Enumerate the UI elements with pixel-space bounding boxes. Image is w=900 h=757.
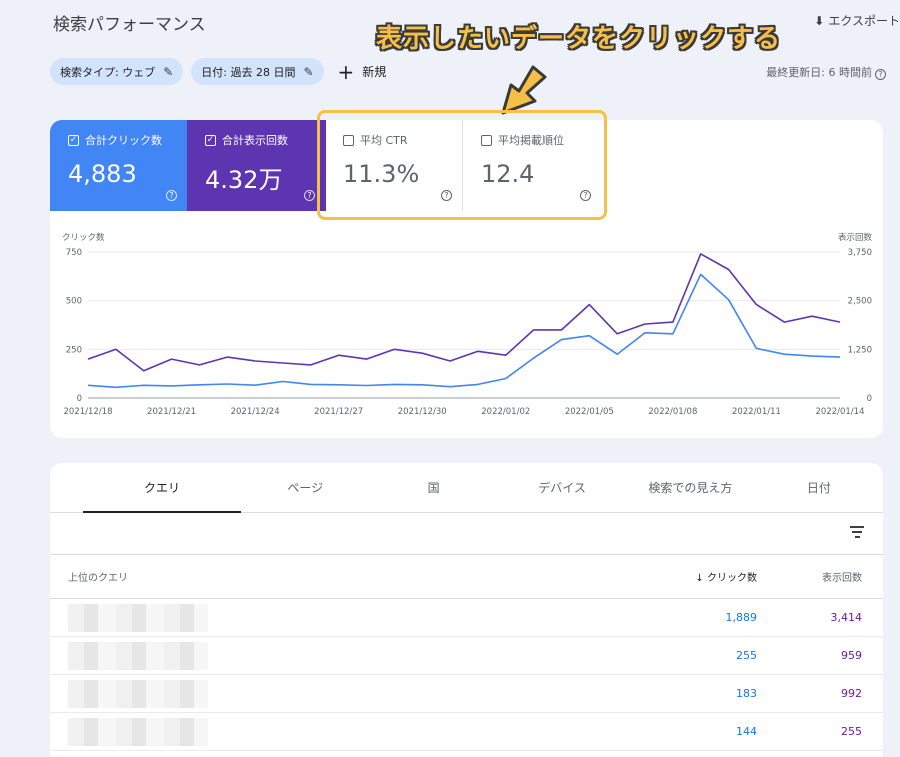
y-tick-left: 250: [66, 345, 82, 355]
y-axis-right-label: 表示回数: [838, 232, 873, 243]
column-header-clicks-label: クリック数: [707, 573, 757, 584]
clicks-cell: 183: [736, 687, 757, 700]
metric-label: 合計クリック数: [85, 134, 162, 147]
page-title: 検索パフォーマンス: [53, 15, 206, 35]
new-filter-label: 新規: [362, 65, 387, 79]
table-filter-bar: [50, 513, 883, 555]
table-row[interactable]: 255 959: [50, 637, 883, 675]
edit-pencil-icon: ✎: [303, 64, 314, 79]
annotation-callout: 表示したいデータをクリックする: [376, 24, 782, 54]
column-header-impressions[interactable]: 表示回数: [779, 569, 883, 584]
date-chip[interactable]: 日付: 過去 28 日間 ✎: [191, 58, 324, 85]
query-cell[interactable]: [50, 713, 669, 750]
redacted-query: [68, 603, 208, 632]
query-cell[interactable]: [50, 675, 669, 712]
new-filter-button[interactable]: + 新規: [338, 62, 387, 82]
y-tick-right: 2,500: [848, 297, 872, 307]
tab-2[interactable]: 国: [369, 463, 497, 512]
download-icon: ⬇: [814, 13, 825, 28]
x-tick-label: 2021/12/24: [231, 407, 280, 417]
redacted-query: [68, 641, 208, 670]
y-axis-left-label: クリック数: [62, 232, 105, 243]
series-line-clicks: [87, 273, 841, 389]
impressions-cell: 992: [841, 687, 862, 700]
tab-0[interactable]: クエリ: [83, 463, 241, 513]
last-updated-text: 最終更新日: 6 時間前: [766, 66, 872, 79]
tab-4[interactable]: 検索での見え方: [626, 463, 754, 512]
query-cell[interactable]: [50, 599, 669, 636]
impressions-cell: 3,414: [830, 611, 863, 624]
export-label: エクスポート: [828, 14, 900, 28]
last-updated: 最終更新日: 6 時間前?: [766, 64, 886, 80]
query-cell[interactable]: [50, 637, 669, 674]
metric-value: 4.32万: [205, 166, 283, 194]
x-tick-label: 2022/01/08: [648, 407, 697, 417]
y-tick-left: 0: [77, 394, 82, 404]
impressions-cell: 255: [841, 725, 862, 738]
x-tick-label: 2022/01/02: [481, 407, 530, 417]
tab-3[interactable]: デバイス: [498, 463, 626, 512]
filter-icon[interactable]: [849, 526, 865, 541]
clicks-cell: 1,889: [725, 611, 758, 624]
export-button[interactable]: ⬇ エクスポート: [814, 12, 900, 29]
performance-chart: クリック数 表示回数 750 3,750 500 2,500 250 1,250 0 0 2021/…: [62, 232, 873, 417]
search-type-chip[interactable]: 検索タイプ: ウェブ ✎: [50, 58, 184, 85]
x-tick-label: 2021/12/18: [64, 407, 113, 417]
plus-icon: +: [337, 59, 355, 84]
y-tick-right: 3,750: [848, 248, 872, 258]
y-tick-left: 750: [66, 248, 82, 258]
redacted-query: [68, 679, 208, 708]
tab-1[interactable]: ページ: [241, 463, 369, 512]
table-body: 1,889 3,414 255 959 183 992 144 255: [50, 599, 883, 751]
dimension-tabs: クエリ ページ国デバイス 検索での見え方 日付: [50, 463, 883, 513]
x-tick-label: 2021/12/27: [314, 407, 363, 417]
table-row[interactable]: 1,889 3,414: [50, 599, 883, 637]
date-label: 日付: 過去 28 日間: [201, 65, 296, 79]
filter-bar: 検索タイプ: ウェブ ✎ 日付: 過去 28 日間 ✎ + 新規: [50, 58, 386, 85]
query-table-card: クエリ ページ国デバイス 検索での見え方 日付 上位のクエリ ↓ クリック数 表示回数…: [50, 463, 883, 757]
table-header: 上位のクエリ ↓ クリック数 表示回数: [50, 555, 883, 599]
table-row[interactable]: 183 992: [50, 675, 883, 713]
edit-pencil-icon: ✎: [163, 64, 174, 79]
search-type-label: 検索タイプ: ウェブ: [60, 65, 156, 79]
help-icon[interactable]: ?: [166, 190, 177, 201]
redacted-query: [68, 717, 208, 746]
x-tick-label: 2021/12/21: [147, 407, 196, 417]
metric-total-impressions[interactable]: ✓ 合計表示回数 4.32万 ?: [187, 120, 325, 211]
series-line-impressions: [87, 253, 841, 372]
y-tick-right: 1,250: [848, 345, 872, 355]
x-tick-label: 2021/12/30: [398, 407, 447, 417]
clicks-cell: 144: [736, 725, 757, 738]
help-icon[interactable]: ?: [304, 190, 315, 201]
x-tick-label: 2022/01/05: [565, 407, 614, 417]
checkbox-checked-icon[interactable]: ✓: [68, 134, 79, 146]
y-tick-right: 0: [867, 394, 872, 404]
metric-value: 4,883: [68, 160, 137, 188]
x-tick-label: 2022/01/11: [732, 407, 781, 417]
metric-total-clicks[interactable]: ✓ 合計クリック数 4,883 ?: [50, 120, 187, 211]
help-icon[interactable]: ?: [875, 69, 886, 80]
tab-5[interactable]: 日付: [755, 463, 883, 512]
highlight-box: [317, 110, 607, 220]
y-tick-left: 500: [66, 297, 82, 307]
sort-down-arrow-icon: ↓: [695, 573, 704, 584]
clicks-cell: 255: [736, 649, 757, 662]
column-header-query: 上位のクエリ: [68, 573, 128, 584]
impressions-cell: 959: [841, 649, 862, 662]
metric-label: 合計表示回数: [222, 134, 288, 147]
column-header-clicks[interactable]: ↓ クリック数: [669, 569, 779, 584]
table-row[interactable]: 144 255: [50, 713, 883, 751]
checkbox-checked-icon[interactable]: ✓: [205, 134, 216, 146]
x-tick-label: 2022/01/14: [816, 407, 865, 417]
